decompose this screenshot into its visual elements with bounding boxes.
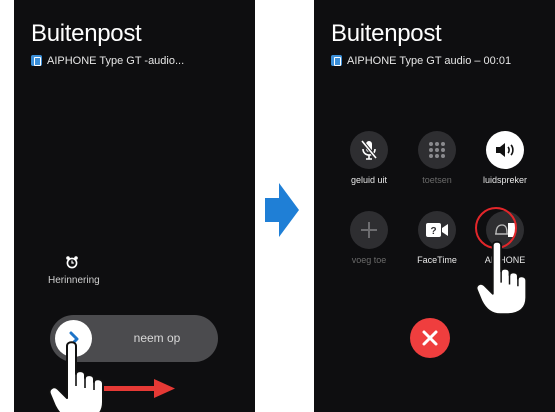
mute-button[interactable]: geluid uit — [339, 131, 399, 185]
end-call-button[interactable] — [410, 318, 450, 358]
speaker-label: luidspreker — [482, 175, 528, 185]
add-call-label: voeg toe — [351, 255, 387, 265]
pointing-hand-icon — [49, 341, 104, 412]
alarm-clock-icon — [66, 256, 78, 269]
incoming-call-screen: Buitenpost AIPHONE Type GT -audio... Her… — [14, 0, 255, 412]
svg-text:?: ? — [430, 226, 436, 237]
mute-label: geluid uit — [350, 175, 388, 185]
keypad-button[interactable]: toetsen — [407, 131, 467, 185]
call-subtitle: AIPHONE Type GT -audio... — [31, 55, 184, 67]
close-icon — [422, 330, 438, 346]
reminder-button[interactable]: Herinnering — [48, 255, 100, 286]
facetime-button[interactable]: ? FaceTime — [407, 211, 467, 265]
call-subtitle-text: AIPHONE Type GT -audio... — [47, 55, 185, 67]
speaker-icon — [496, 143, 514, 157]
app-badge-icon — [31, 55, 42, 66]
slider-label: neem op — [133, 331, 181, 345]
transition-arrow-icon — [265, 183, 299, 237]
pointing-hand-icon — [476, 240, 528, 316]
call-subtitle: AIPHONE Type GT audio – 00:01 — [331, 55, 511, 67]
facetime-icon: ? — [426, 223, 448, 237]
caller-name: Buitenpost — [31, 20, 142, 47]
speaker-button[interactable]: luidspreker — [475, 131, 535, 185]
mic-slash-icon — [360, 139, 378, 160]
plus-icon — [361, 222, 377, 238]
reminder-label: Herinnering — [48, 275, 100, 286]
add-call-button[interactable]: voeg toe — [339, 211, 399, 265]
caller-name: Buitenpost — [331, 20, 442, 47]
active-call-screen: Buitenpost AIPHONE Type GT audio – 00:01… — [314, 0, 555, 412]
call-subtitle-text: AIPHONE Type GT audio – 00:01 — [347, 55, 512, 67]
facetime-label: FaceTime — [417, 255, 457, 265]
app-badge-icon — [331, 55, 342, 66]
keypad-icon — [429, 142, 445, 158]
keypad-label: toetsen — [422, 175, 452, 185]
